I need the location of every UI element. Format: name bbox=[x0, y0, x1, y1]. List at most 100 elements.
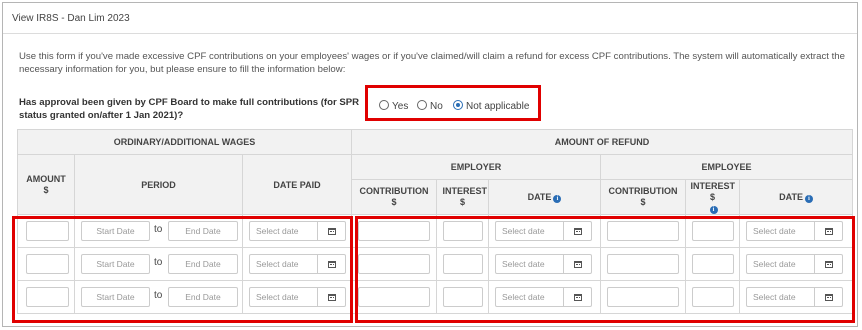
calendar-button[interactable] bbox=[563, 255, 591, 273]
start-date-input[interactable]: Start Date bbox=[81, 254, 150, 274]
employer-contribution-cell bbox=[351, 280, 438, 314]
calendar-button[interactable] bbox=[563, 222, 591, 240]
employee-contribution-input[interactable] bbox=[607, 254, 680, 274]
employee-contribution-header: CONTRIBUTION $ bbox=[600, 179, 687, 215]
employer-interest-input[interactable] bbox=[443, 221, 484, 241]
date-picker[interactable]: Select date bbox=[746, 254, 844, 274]
employee-date-cell: Select date bbox=[739, 214, 854, 248]
start-date-input[interactable]: Start Date bbox=[81, 221, 150, 241]
calendar-button[interactable] bbox=[814, 288, 842, 306]
to-label: to bbox=[154, 224, 163, 235]
radio-icon[interactable] bbox=[379, 100, 389, 110]
date-placeholder: Select date bbox=[502, 292, 545, 302]
employer-header: EMPLOYER bbox=[351, 154, 602, 180]
employee-date-cell: Select date bbox=[739, 280, 854, 314]
employee-contribution-cell bbox=[600, 214, 687, 248]
info-icon[interactable]: i bbox=[709, 205, 718, 214]
date-placeholder: Select date bbox=[256, 292, 299, 302]
date-picker[interactable]: Select date bbox=[249, 221, 346, 241]
date-picker[interactable]: Select date bbox=[495, 254, 593, 274]
to-label: to bbox=[154, 290, 163, 301]
employee-interest-cell bbox=[685, 214, 741, 248]
employer-interest-cell bbox=[436, 247, 490, 281]
radio-yes[interactable]: Yes bbox=[379, 100, 408, 112]
employer-contribution-input[interactable] bbox=[358, 287, 431, 307]
to-label: to bbox=[154, 257, 163, 268]
employer-contribution-header: CONTRIBUTION $ bbox=[351, 179, 438, 215]
calendar-button[interactable] bbox=[814, 222, 842, 240]
wages-group-header: ORDINARY/ADDITIONAL WAGES bbox=[16, 129, 353, 155]
employee-contribution-cell bbox=[600, 247, 687, 281]
period-cell: Start Date to End Date bbox=[74, 280, 243, 314]
radio-icon[interactable] bbox=[453, 100, 463, 110]
calendar-button[interactable] bbox=[814, 255, 842, 273]
employee-header: EMPLOYEE bbox=[600, 154, 854, 180]
calendar-button[interactable] bbox=[317, 255, 345, 273]
employee-interest-input[interactable] bbox=[692, 254, 735, 274]
employee-contribution-input[interactable] bbox=[607, 221, 680, 241]
end-date-placeholder: End Date bbox=[185, 292, 221, 302]
employer-contribution-cell bbox=[351, 247, 438, 281]
date-placeholder: Select date bbox=[753, 226, 796, 236]
date-picker[interactable]: Select date bbox=[249, 287, 346, 307]
employer-date-cell: Select date bbox=[488, 247, 602, 281]
table-row: Start Date to End Date Select date Select da… bbox=[17, 280, 854, 314]
calendar-button[interactable] bbox=[317, 288, 345, 306]
end-date-input[interactable]: End Date bbox=[168, 254, 238, 274]
employer-contribution-input[interactable] bbox=[358, 254, 431, 274]
table-row: Start Date to End Date Select date Select da… bbox=[17, 214, 854, 248]
date-picker[interactable]: Select date bbox=[746, 221, 844, 241]
date-picker[interactable]: Select date bbox=[249, 254, 346, 274]
employer-date-cell: Select date bbox=[488, 214, 602, 248]
date-paid-cell: Select date bbox=[241, 280, 353, 314]
calendar-button[interactable] bbox=[317, 222, 345, 240]
info-icon[interactable]: i bbox=[553, 194, 562, 203]
radio-icon[interactable] bbox=[417, 100, 427, 110]
radio-no-label: No bbox=[430, 101, 443, 112]
employee-interest-input[interactable] bbox=[692, 287, 735, 307]
start-date-input[interactable]: Start Date bbox=[81, 287, 150, 307]
info-icon[interactable]: i bbox=[804, 194, 813, 203]
panel-header: View IR8S - Dan Lim 2023 bbox=[3, 3, 857, 34]
date-paid-cell: Select date bbox=[241, 214, 353, 248]
employer-interest-input[interactable] bbox=[443, 254, 484, 274]
calendar-button[interactable] bbox=[563, 288, 591, 306]
employee-contribution-input[interactable] bbox=[607, 287, 680, 307]
start-date-placeholder: Start Date bbox=[96, 226, 135, 236]
employee-date-cell: Select date bbox=[739, 247, 854, 281]
employer-contribution-input[interactable] bbox=[358, 221, 431, 241]
calendar-icon bbox=[824, 294, 833, 301]
end-date-input[interactable]: End Date bbox=[168, 287, 238, 307]
intro-text: Use this form if you've made excessive C… bbox=[19, 51, 845, 75]
date-picker[interactable]: Select date bbox=[746, 287, 844, 307]
radio-not-applicable[interactable]: Not applicable bbox=[453, 100, 529, 112]
employee-interest-cell bbox=[685, 280, 741, 314]
end-date-input[interactable]: End Date bbox=[168, 221, 238, 241]
period-cell: Start Date to End Date bbox=[74, 247, 243, 281]
calendar-icon bbox=[327, 294, 336, 301]
date-placeholder: Select date bbox=[753, 292, 796, 302]
employer-interest-header: INTEREST $ bbox=[436, 179, 490, 215]
period-cell: Start Date to End Date bbox=[74, 214, 243, 248]
amount-input[interactable] bbox=[26, 254, 69, 274]
panel-title: View IR8S - Dan Lim 2023 bbox=[12, 13, 130, 24]
date-picker[interactable]: Select date bbox=[495, 221, 593, 241]
radio-no[interactable]: No bbox=[417, 100, 443, 112]
date-picker[interactable]: Select date bbox=[495, 287, 593, 307]
employee-interest-input[interactable] bbox=[692, 221, 735, 241]
amount-input[interactable] bbox=[26, 221, 69, 241]
amount-cell bbox=[17, 247, 75, 281]
start-date-placeholder: Start Date bbox=[96, 292, 135, 302]
date-placeholder: Select date bbox=[502, 226, 545, 236]
calendar-icon bbox=[824, 228, 833, 235]
end-date-placeholder: End Date bbox=[185, 226, 221, 236]
period-header: PERIOD bbox=[74, 154, 243, 215]
employer-interest-input[interactable] bbox=[443, 287, 484, 307]
radio-yes-label: Yes bbox=[392, 101, 409, 112]
calendar-icon bbox=[824, 261, 833, 268]
date-placeholder: Select date bbox=[256, 259, 299, 269]
amount-input[interactable] bbox=[26, 287, 69, 307]
approval-question: Has approval been given by CPF Board to … bbox=[19, 97, 360, 121]
calendar-icon bbox=[573, 261, 582, 268]
calendar-icon bbox=[327, 228, 336, 235]
